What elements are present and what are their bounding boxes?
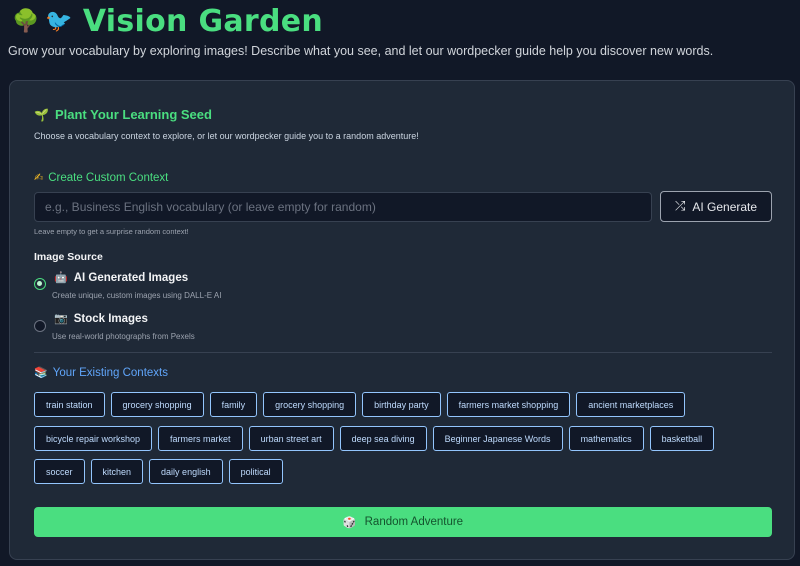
radio-stock-images[interactable]: [34, 320, 46, 332]
context-tag[interactable]: soccer: [34, 459, 85, 484]
shuffle-icon: ⤮: [674, 199, 686, 214]
stock-images-description: Use real-world photographs from Pexels: [52, 332, 195, 341]
context-tag-row: soccer kitchen daily english political: [34, 459, 283, 484]
page-title: Vision Garden: [82, 4, 324, 39]
ai-generated-description: Create unique, custom images using DALL-…: [52, 291, 222, 300]
context-tag[interactable]: farmers market: [158, 426, 243, 451]
bird-icon: 🐦: [45, 9, 73, 34]
context-tag-row: train station grocery shopping family gr…: [34, 392, 686, 417]
ai-generate-label: AI Generate: [692, 199, 758, 214]
context-tag[interactable]: political: [228, 459, 283, 484]
context-tag[interactable]: family: [209, 392, 258, 417]
random-adventure-button[interactable]: 🎲 Random Adventure: [34, 507, 772, 537]
custom-context-input[interactable]: [34, 192, 652, 222]
card-title-text: Plant Your Learning Seed: [54, 107, 212, 122]
books-icon: 📚: [34, 366, 48, 379]
context-tag[interactable]: Beginner Japanese Words: [432, 426, 563, 451]
robot-icon: 🤖: [54, 271, 68, 284]
context-tag[interactable]: kitchen: [90, 459, 144, 484]
context-tag[interactable]: farmers market shopping: [446, 392, 571, 417]
context-tag[interactable]: train station: [34, 392, 105, 417]
custom-context-title: ✍ Create Custom Context: [34, 171, 168, 184]
section-divider: [34, 352, 772, 353]
context-tag[interactable]: ancient marketplaces: [576, 392, 686, 417]
page-subtitle: Grow your vocabulary by exploring images…: [8, 44, 714, 58]
card-description: Choose a vocabulary context to explore, …: [34, 131, 419, 141]
context-tag[interactable]: birthday party: [362, 392, 441, 417]
ai-generated-label: AI Generated Images: [73, 271, 189, 284]
image-source-label: Image Source: [34, 251, 103, 263]
radio-ai-generated[interactable]: [34, 278, 46, 290]
camera-icon: 📷: [54, 312, 68, 325]
context-tag[interactable]: basketball: [649, 426, 715, 451]
context-tag[interactable]: daily english: [149, 459, 223, 484]
random-adventure-label: Random Adventure: [364, 516, 464, 528]
writing-hand-icon: ✍: [34, 171, 44, 184]
card-title: 🌱 Plant Your Learning Seed: [34, 107, 212, 122]
ai-generate-button[interactable]: ⤮ AI Generate: [660, 191, 772, 222]
context-tag[interactable]: grocery shopping: [263, 392, 357, 417]
context-tag[interactable]: urban street art: [248, 426, 334, 451]
existing-contexts-title: 📚 Your Existing Contexts: [34, 366, 168, 379]
custom-context-title-text: Create Custom Context: [48, 171, 169, 184]
stock-images-label: Stock Images: [73, 312, 148, 325]
learning-seed-card: 🌱 Plant Your Learning Seed Choose a voca…: [9, 80, 795, 560]
custom-context-hint: Leave empty to get a surprise random con…: [34, 227, 189, 236]
context-tag-row: bicycle repair workshop farmers market u…: [34, 426, 715, 451]
dice-icon: 🎲: [342, 515, 357, 529]
existing-contexts-title-text: Your Existing Contexts: [52, 366, 168, 379]
app-header: 🌳 🐦 Vision Garden: [12, 4, 323, 39]
seedling-icon: 🌱: [34, 107, 49, 122]
context-tag[interactable]: mathematics: [568, 426, 644, 451]
tree-icon: 🌳: [12, 9, 40, 34]
context-tag[interactable]: bicycle repair workshop: [34, 426, 153, 451]
context-tag[interactable]: grocery shopping: [110, 392, 204, 417]
context-tag[interactable]: deep sea diving: [339, 426, 427, 451]
